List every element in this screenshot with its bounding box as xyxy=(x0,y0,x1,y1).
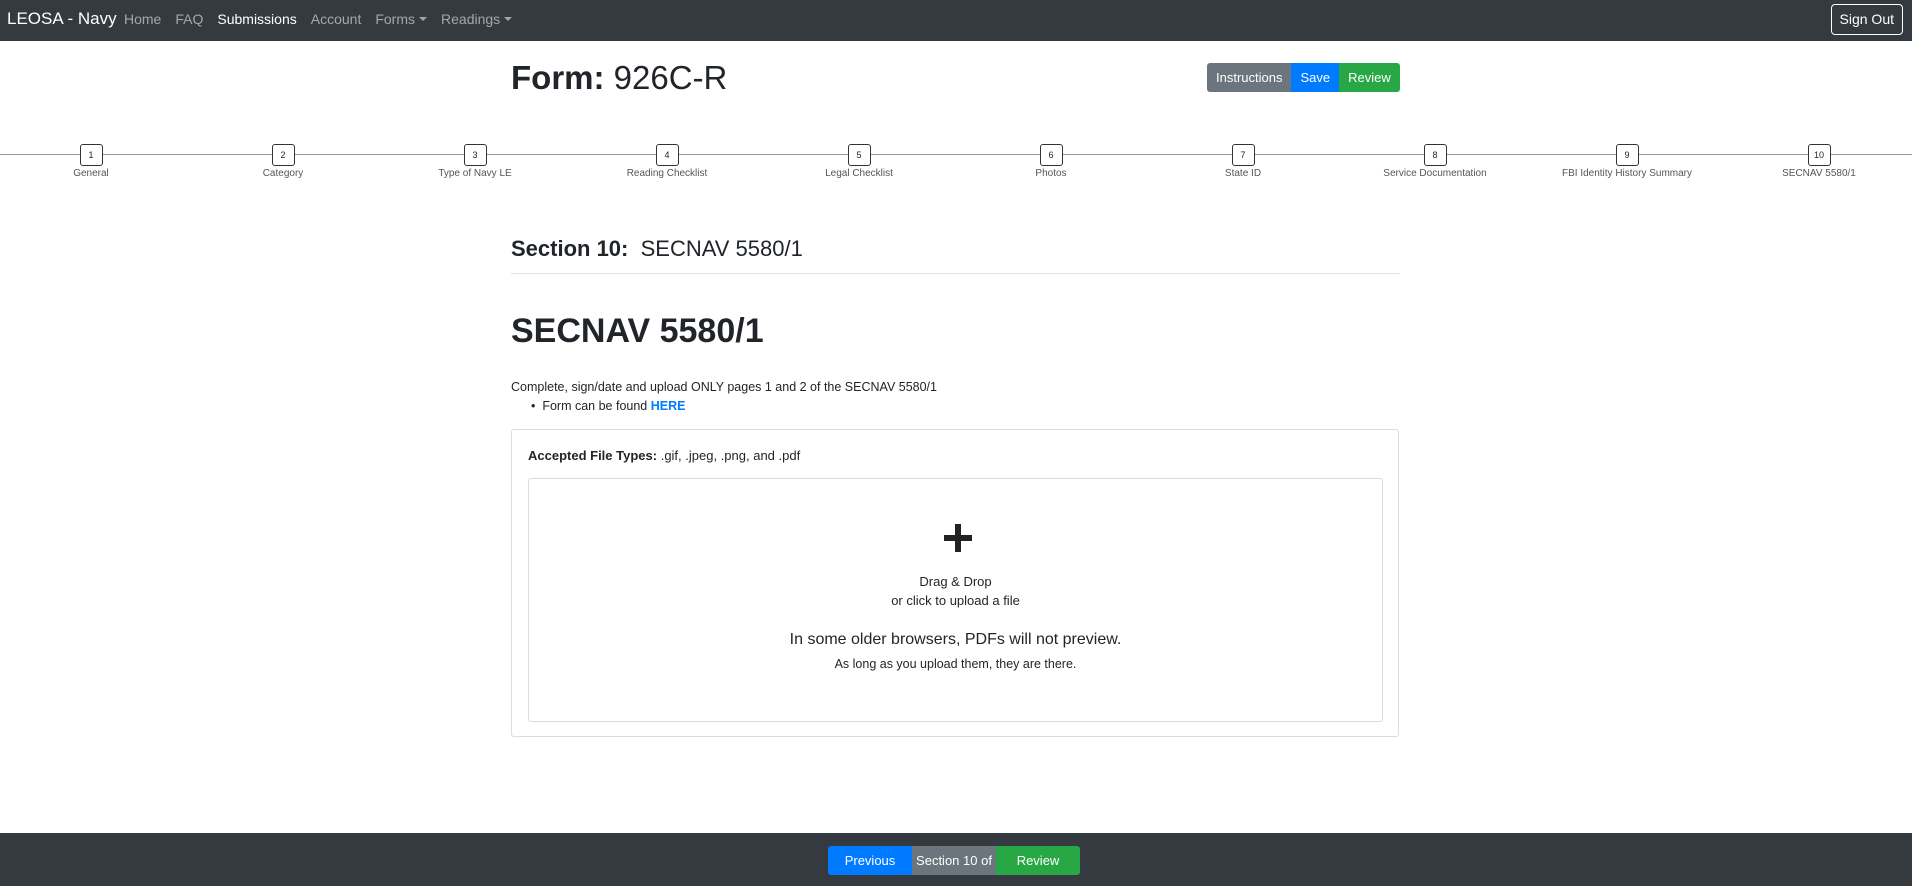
footer-navigation: Previous Section 10 of Review xyxy=(828,846,1080,875)
drag-drop-text: Drag & Drop xyxy=(919,574,992,589)
instructions-button[interactable]: Instructions xyxy=(1207,63,1292,92)
accepted-file-types: Accepted File Types: .gif, .jpeg, .png, … xyxy=(528,448,800,463)
nav-links: Home FAQ Submissions Account Forms Readi… xyxy=(124,11,526,27)
step-number: 6 xyxy=(1039,144,1063,166)
instructions-text: Complete, sign/date and upload ONLY page… xyxy=(511,380,937,394)
save-button[interactable]: Save xyxy=(1291,63,1340,92)
step-category[interactable]: 2 Category xyxy=(183,144,383,179)
nav-faq[interactable]: FAQ xyxy=(175,11,203,27)
step-label: Category xyxy=(262,168,304,179)
nav-forms-dropdown[interactable]: Forms xyxy=(375,11,428,27)
nav-submissions[interactable]: Submissions xyxy=(217,11,296,27)
step-label: Type of Navy LE xyxy=(438,168,512,179)
form-number: 926C-R xyxy=(613,59,728,96)
step-label: FBI Identity History Summary xyxy=(1561,168,1693,179)
review-button[interactable]: Review xyxy=(1339,63,1400,92)
bullet-text: Form can be found xyxy=(542,399,648,413)
top-navbar: LEOSA - Navy Home FAQ Submissions Accoun… xyxy=(0,0,1912,41)
step-label: Legal Checklist xyxy=(825,168,893,179)
step-number: 1 xyxy=(79,144,103,166)
chevron-down-icon xyxy=(504,17,513,21)
step-number: 5 xyxy=(847,144,871,166)
accepted-types-value: .gif, .jpeg, .png, and .pdf xyxy=(660,448,801,463)
step-number: 8 xyxy=(1423,144,1447,166)
bottom-footer-bar: Previous Section 10 of Review xyxy=(0,833,1912,886)
section-number-label: Section 10: xyxy=(511,236,629,261)
sign-out-button[interactable]: Sign Out xyxy=(1830,4,1903,35)
step-number: 10 xyxy=(1807,144,1831,166)
section-heading: Section 10: SECNAV 5580/1 xyxy=(511,236,803,262)
upload-card: Accepted File Types: .gif, .jpeg, .png, … xyxy=(511,429,1399,737)
step-number: 3 xyxy=(463,144,487,166)
section-name: SECNAV 5580/1 xyxy=(640,236,803,261)
step-general[interactable]: 1 General xyxy=(0,144,191,179)
previous-button[interactable]: Previous xyxy=(828,846,912,875)
step-number: 7 xyxy=(1231,144,1255,166)
step-legal-checklist[interactable]: 5 Legal Checklist xyxy=(759,144,959,179)
divider xyxy=(511,273,1400,274)
step-label: Service Documentation xyxy=(1383,168,1487,179)
chevron-down-icon xyxy=(419,17,428,21)
pdf-upload-note: As long as you upload them, they are the… xyxy=(834,657,1077,671)
form-here-link[interactable]: HERE xyxy=(651,399,686,413)
brand-link[interactable]: LEOSA - Navy xyxy=(7,9,117,29)
form-heading: SECNAV 5580/1 xyxy=(511,312,764,350)
step-number: 2 xyxy=(271,144,295,166)
step-state-id[interactable]: 7 State ID xyxy=(1143,144,1343,179)
step-secnav-5580-1[interactable]: 10 SECNAV 5580/1 xyxy=(1719,144,1912,179)
step-number: 4 xyxy=(655,144,679,166)
nav-home[interactable]: Home xyxy=(124,11,161,27)
step-label: State ID xyxy=(1224,168,1262,179)
step-label: General xyxy=(73,168,109,179)
nav-account[interactable]: Account xyxy=(311,11,362,27)
footer-review-button[interactable]: Review xyxy=(996,846,1080,875)
nav-readings-label: Readings xyxy=(441,11,501,27)
file-dropzone[interactable]: Drag & Drop or click to upload a file In… xyxy=(528,478,1383,722)
section-indicator: Section 10 of xyxy=(912,846,996,875)
step-photos[interactable]: 6 Photos xyxy=(951,144,1151,179)
step-service-documentation[interactable]: 8 Service Documentation xyxy=(1335,144,1535,179)
header-button-group: Instructions Save Review xyxy=(1207,63,1400,92)
click-upload-text: or click to upload a file xyxy=(891,593,1020,608)
plus-icon xyxy=(944,524,972,552)
step-number: 9 xyxy=(1615,144,1639,166)
step-type-of-navy-le[interactable]: 3 Type of Navy LE xyxy=(375,144,575,179)
accepted-types-label: Accepted File Types: xyxy=(528,448,658,463)
step-fbi-identity-history-summary[interactable]: 9 FBI Identity History Summary xyxy=(1527,144,1727,179)
form-label: Form: xyxy=(511,59,605,96)
step-label: Photos xyxy=(1035,168,1067,179)
page-title: Form: 926C-R xyxy=(511,59,727,97)
step-label: SECNAV 5580/1 xyxy=(1782,168,1856,179)
pdf-preview-note: In some older browsers, PDFs will not pr… xyxy=(789,631,1122,648)
nav-readings-dropdown[interactable]: Readings xyxy=(441,11,513,27)
form-link-bullet: • Form can be found HERE xyxy=(531,399,686,413)
nav-forms-label: Forms xyxy=(375,11,416,27)
step-label: Reading Checklist xyxy=(626,168,708,179)
step-reading-checklist[interactable]: 4 Reading Checklist xyxy=(567,144,767,179)
